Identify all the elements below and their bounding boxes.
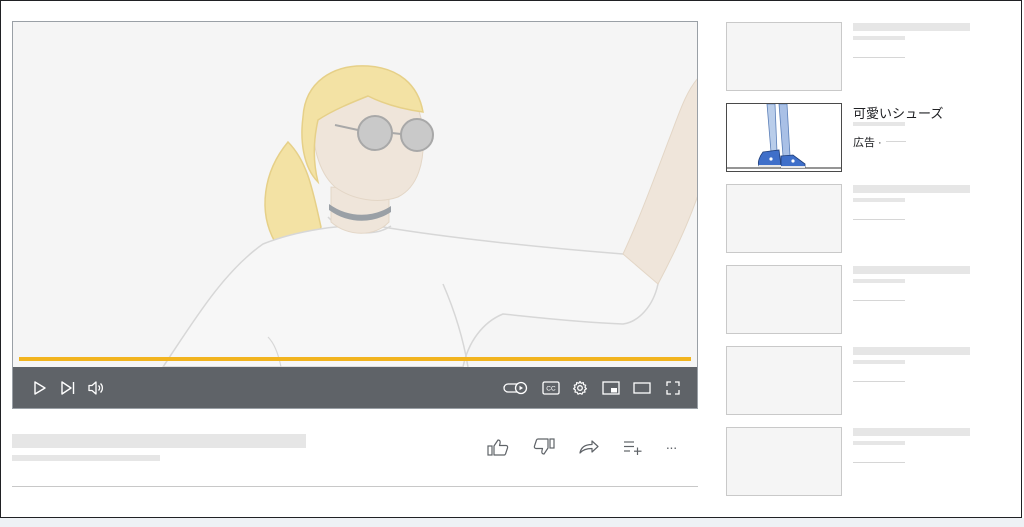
related-video-meta-placeholder [853, 57, 905, 58]
like-icon[interactable] [486, 436, 510, 458]
related-video-channel-placeholder [853, 360, 905, 364]
related-video-thumbnail[interactable] [726, 184, 842, 253]
related-video-channel-placeholder [853, 441, 905, 445]
player-controls: CC [13, 367, 697, 408]
related-video-thumbnail[interactable] [726, 22, 842, 91]
video-player[interactable]: CC [12, 21, 698, 409]
share-icon[interactable] [577, 436, 601, 458]
settings-gear-icon[interactable] [569, 377, 591, 399]
related-video-meta-placeholder [853, 381, 905, 382]
related-video-meta-placeholder [853, 219, 905, 220]
related-video-channel-placeholder [853, 36, 905, 40]
save-to-playlist-icon[interactable] [621, 436, 645, 458]
related-video-thumbnail[interactable] [726, 346, 842, 415]
skip-next-icon[interactable] [57, 377, 79, 399]
ad-subtitle-placeholder [853, 122, 905, 126]
more-options-glyph: ··· [665, 439, 678, 455]
ad-thumbnail[interactable] [726, 103, 842, 172]
video-frame-illustration [162, 65, 697, 367]
related-video-thumbnail[interactable] [726, 427, 842, 496]
volume-icon[interactable] [85, 377, 107, 399]
autoplay-toggle-icon[interactable] [503, 377, 529, 399]
related-video-title-placeholder [853, 266, 970, 274]
ad-title[interactable]: 可愛いシューズ [853, 103, 943, 122]
video-meta-placeholder [12, 455, 160, 461]
progress-bar[interactable] [19, 357, 691, 361]
video-title-placeholder [12, 434, 306, 448]
related-video-channel-placeholder [853, 279, 905, 283]
related-video-title-placeholder [853, 428, 970, 436]
theater-mode-icon[interactable] [631, 377, 653, 399]
related-video-thumbnail[interactable] [726, 265, 842, 334]
related-video-channel-placeholder [853, 198, 905, 202]
svg-text:CC: CC [546, 386, 556, 393]
closed-captions-icon[interactable]: CC [540, 377, 562, 399]
related-video-title-placeholder [853, 185, 970, 193]
ad-meta-placeholder [886, 141, 906, 142]
related-video-meta-placeholder [853, 300, 905, 301]
play-icon[interactable] [29, 377, 51, 399]
miniplayer-icon[interactable] [600, 377, 622, 399]
related-video-title-placeholder [853, 23, 970, 31]
fullscreen-icon[interactable] [662, 377, 684, 399]
related-video-title-placeholder [853, 347, 970, 355]
ad-label: 広告 · [853, 137, 882, 149]
dislike-icon[interactable] [532, 436, 556, 458]
progress-fill [19, 357, 691, 361]
more-options-icon[interactable]: ··· [659, 436, 683, 458]
bottom-strip [0, 518, 1024, 527]
shoes-ad-image [727, 104, 841, 169]
related-video-meta-placeholder [853, 462, 905, 463]
content-divider [12, 486, 698, 487]
